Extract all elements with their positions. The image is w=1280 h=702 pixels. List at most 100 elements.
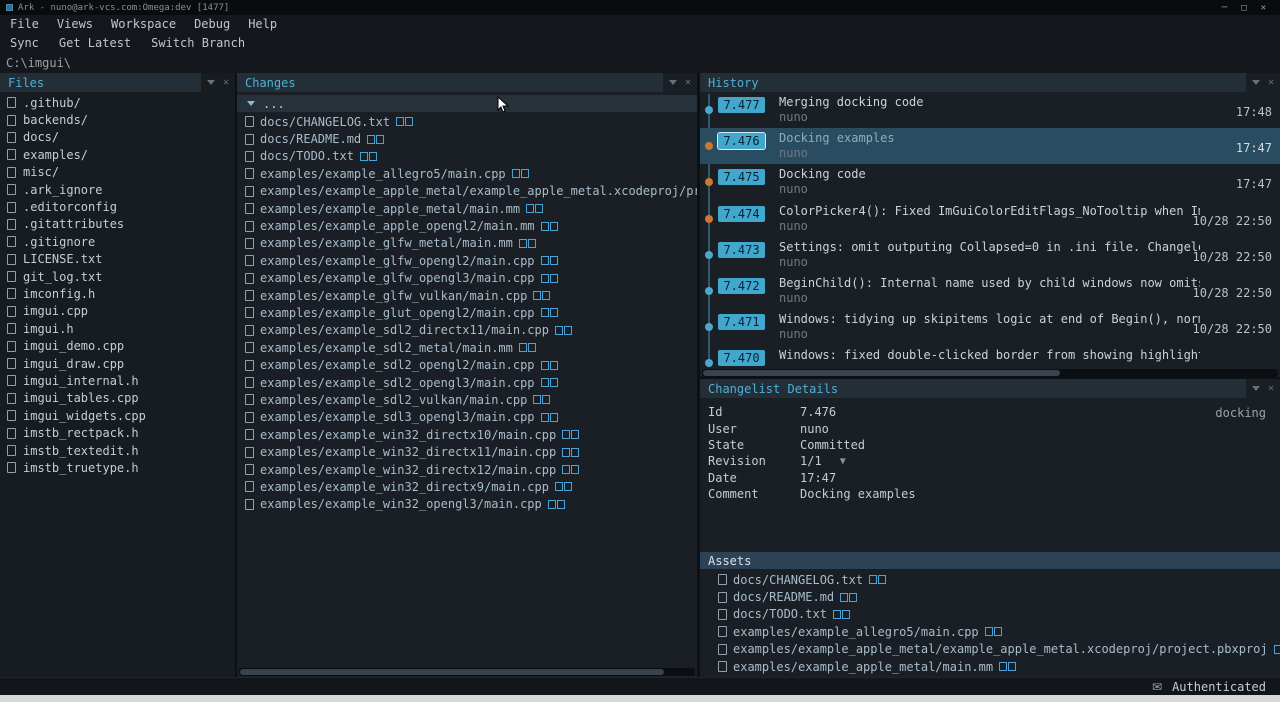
change-item[interactable]: examples/example_allegro5/main.cpp <box>237 165 697 182</box>
file-tree-item[interactable]: examples/ <box>0 146 235 163</box>
change-item[interactable]: docs/README.md <box>237 130 697 147</box>
asset-item[interactable]: examples/example_allegro5/main.cpp <box>710 623 1280 640</box>
change-item[interactable]: docs/TODO.txt <box>237 148 697 165</box>
toolbar-button[interactable]: Switch Branch <box>151 36 245 50</box>
change-item[interactable]: examples/example_win32_directx11/main.cp… <box>237 443 697 460</box>
file-tree-item[interactable]: imgui.h <box>0 320 235 337</box>
change-item[interactable]: examples/example_sdl2_metal/main.mm <box>237 339 697 356</box>
changes-root-row[interactable]: ... <box>237 95 697 112</box>
change-item[interactable]: examples/example_win32_directx10/main.cp… <box>237 426 697 443</box>
commit-time: 17:47 <box>1236 141 1272 155</box>
scrollbar-handle[interactable] <box>240 669 664 675</box>
file-icon <box>245 203 254 214</box>
change-item[interactable]: examples/example_sdl2_opengl3/main.cpp <box>237 374 697 391</box>
changes-root-label: ... <box>263 97 285 111</box>
file-tree-item[interactable]: imstb_truetype.h <box>0 459 235 476</box>
file-tree-item[interactable]: LICENSE.txt <box>0 251 235 268</box>
file-name: imgui_tables.cpp <box>23 391 139 405</box>
change-item[interactable]: examples/example_win32_directx12/main.cp… <box>237 461 697 478</box>
commit-time: 10/28 22:50 <box>1193 286 1272 300</box>
change-item[interactable]: examples/example_apple_metal/main.mm <box>237 200 697 217</box>
history-entry[interactable]: 7.477 Merging docking code nuno 17:48 <box>700 92 1280 128</box>
menu-item[interactable]: Help <box>248 17 277 31</box>
filter-icon[interactable] <box>207 80 215 85</box>
file-tree-item[interactable]: imstb_rectpack.h <box>0 424 235 441</box>
close-icon[interactable]: ✕ <box>223 77 229 88</box>
change-item[interactable]: examples/example_sdl2_opengl2/main.cpp <box>237 356 697 373</box>
change-item[interactable]: examples/example_glfw_metal/main.mm <box>237 235 697 252</box>
minimize-button[interactable]: ─ <box>1222 3 1227 13</box>
file-tree-item[interactable]: misc/ <box>0 164 235 181</box>
file-icon <box>7 97 16 108</box>
filter-icon[interactable] <box>1252 80 1260 85</box>
maximize-button[interactable]: □ <box>1241 3 1246 13</box>
file-tree-item[interactable]: docs/ <box>0 129 235 146</box>
close-button[interactable]: ✕ <box>1261 3 1266 13</box>
asset-item[interactable]: examples/example_apple_metal/example_app… <box>710 641 1280 658</box>
field-value: 17:47 <box>800 471 836 485</box>
change-item[interactable]: examples/example_sdl3_opengl3/main.cpp <box>237 409 697 426</box>
file-tree-item[interactable]: imgui_tables.cpp <box>0 390 235 407</box>
file-tree-item[interactable]: imgui_internal.h <box>0 372 235 389</box>
close-icon[interactable]: ✕ <box>1268 77 1274 88</box>
file-tree-item[interactable]: imgui_draw.cpp <box>0 355 235 372</box>
change-item[interactable]: examples/example_apple_opengl2/main.mm <box>237 217 697 234</box>
asset-item[interactable]: docs/CHANGELOG.txt <box>710 571 1280 588</box>
change-item[interactable]: examples/example_glfw_vulkan/main.cpp <box>237 287 697 304</box>
file-tree-item[interactable]: imstb_textedit.h <box>0 442 235 459</box>
file-icon <box>7 306 16 317</box>
file-tree-item[interactable]: imgui_widgets.cpp <box>0 407 235 424</box>
file-tree-item[interactable]: imconfig.h <box>0 285 235 302</box>
change-item[interactable]: examples/example_glut_opengl2/main.cpp <box>237 304 697 321</box>
close-icon[interactable]: ✕ <box>1268 383 1274 394</box>
history-entry[interactable]: 7.472 BeginChild(): Internal name used b… <box>700 273 1280 309</box>
change-item[interactable]: examples/example_sdl2_directx11/main.cpp <box>237 322 697 339</box>
checkout-icon <box>555 481 572 492</box>
asset-path: examples/example_allegro5/main.cpp <box>733 625 979 639</box>
collapse-arrow-icon[interactable] <box>247 101 255 106</box>
scrollbar-handle[interactable] <box>703 370 1060 376</box>
file-tree-item[interactable]: .gitattributes <box>0 216 235 233</box>
details-field: State Committed ▼ <box>700 437 1280 453</box>
panel-title: Changes <box>245 76 296 90</box>
file-icon <box>245 116 254 127</box>
change-item[interactable]: examples/example_win32_directx9/main.cpp <box>237 478 697 495</box>
file-tree-item[interactable]: .ark_ignore <box>0 181 235 198</box>
file-tree-item[interactable]: git_log.txt <box>0 268 235 285</box>
change-item[interactable]: examples/example_win32_opengl3/main.cpp <box>237 496 697 513</box>
file-tree-item[interactable]: imgui_demo.cpp <box>0 337 235 354</box>
history-entry[interactable]: 7.476 Docking examples nuno 17:47 <box>700 128 1280 164</box>
file-tree-item[interactable]: imgui.cpp <box>0 303 235 320</box>
file-name: examples/ <box>23 148 88 162</box>
asset-item[interactable]: examples/example_apple_metal/main.mm <box>710 658 1280 675</box>
file-tree-item[interactable]: backends/ <box>0 111 235 128</box>
menu-item[interactable]: Workspace <box>111 17 176 31</box>
menu-item[interactable]: File <box>10 17 39 31</box>
filter-icon[interactable] <box>669 80 677 85</box>
panel-title: Changelist Details <box>708 382 838 396</box>
change-path: examples/example_apple_metal/example_app… <box>260 184 697 198</box>
menu-item[interactable]: Views <box>57 17 93 31</box>
menu-item[interactable]: Debug <box>194 17 230 31</box>
change-item[interactable]: examples/example_apple_metal/example_app… <box>237 183 697 200</box>
file-icon <box>7 358 16 369</box>
history-entry[interactable]: 7.475 Docking code nuno 17:47 <box>700 164 1280 200</box>
change-item[interactable]: docs/CHANGELOG.txt <box>237 113 697 130</box>
change-item[interactable]: examples/example_sdl2_vulkan/main.cpp <box>237 391 697 408</box>
file-tree-item[interactable]: .editorconfig <box>0 198 235 215</box>
history-entry[interactable]: 7.471 Windows: tidying up skipitems logi… <box>700 309 1280 345</box>
file-tree-item[interactable]: .github/ <box>0 94 235 111</box>
change-item[interactable]: examples/example_glfw_opengl2/main.cpp <box>237 252 697 269</box>
close-icon[interactable]: ✕ <box>685 77 691 88</box>
file-tree-item[interactable]: .gitignore <box>0 233 235 250</box>
history-entry[interactable]: 7.470 Windows: fixed double-clicked bord… <box>700 345 1280 368</box>
history-entry[interactable]: 7.473 Settings: omit outputing Collapsed… <box>700 237 1280 273</box>
asset-item[interactable]: docs/README.md <box>710 588 1280 605</box>
chevron-down-icon[interactable]: ▼ <box>840 456 846 467</box>
change-item[interactable]: examples/example_glfw_opengl3/main.cpp <box>237 270 697 287</box>
asset-item[interactable]: docs/TODO.txt <box>710 606 1280 623</box>
toolbar-button[interactable]: Get Latest <box>59 36 131 50</box>
history-entry[interactable]: 7.474 ColorPicker4(): Fixed ImGuiColorEd… <box>700 201 1280 237</box>
toolbar-button[interactable]: Sync <box>10 36 39 50</box>
filter-icon[interactable] <box>1252 386 1260 391</box>
